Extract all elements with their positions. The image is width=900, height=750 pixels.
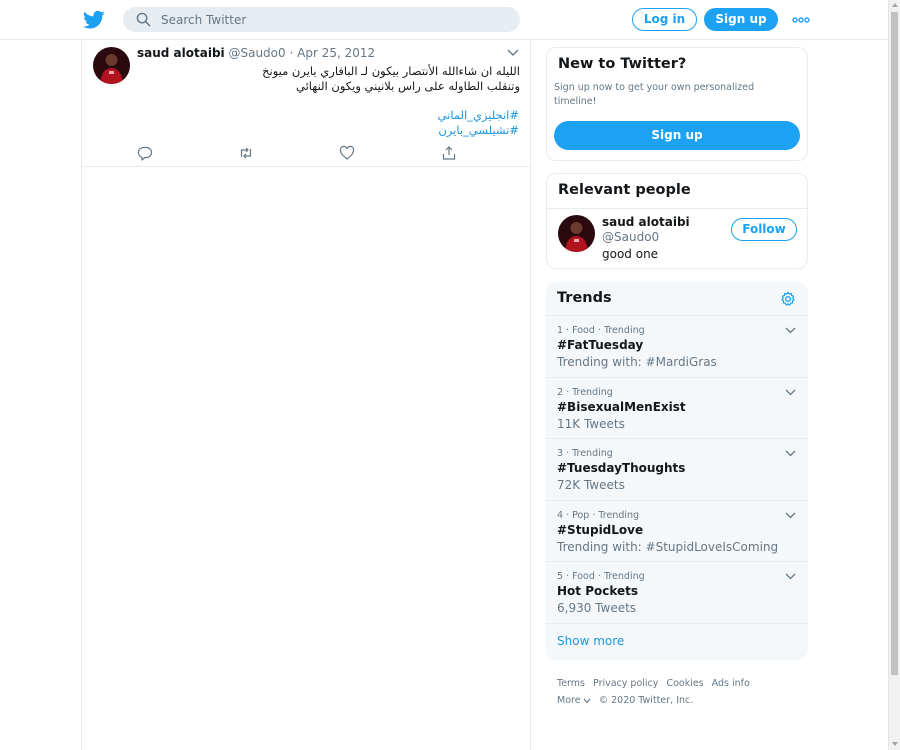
trend-name[interactable]: #TuesdayThoughts (557, 461, 685, 475)
signup-button[interactable]: Sign up (704, 8, 778, 31)
tweet[interactable]: saud alotaibi @Saudo0 · Apr 25, 2012 الل… (82, 40, 530, 167)
follow-button[interactable]: Follow (731, 218, 797, 241)
scrollbar-thumb[interactable] (891, 12, 898, 675)
trend-subtitle: 72K Tweets (557, 478, 625, 492)
trend-item[interactable]: 3 · Trending #TuesdayThoughts 72K Tweets (546, 439, 808, 500)
divider (547, 208, 807, 209)
trend-subtitle: 11K Tweets (557, 417, 625, 431)
copyright: © 2020 Twitter, Inc. (598, 695, 694, 706)
tweet-text-line: الليله ان شاءالله الأنتصار بيكون لـ البا… (262, 64, 520, 78)
footer-more-label: More (557, 695, 581, 706)
divider (546, 623, 808, 624)
scroll-down-arrow[interactable] (892, 742, 898, 746)
card-title: New to Twitter? (558, 56, 687, 72)
top-header: Log in Sign up (0, 0, 888, 40)
trend-name[interactable]: #BisexualMenExist (557, 400, 686, 414)
person-name[interactable]: saud alotaibi (602, 215, 690, 229)
relevant-people-card: Relevant people saud alotaibi @Saudo0 go… (546, 173, 808, 269)
footer-link-ads-info[interactable]: Ads info (712, 678, 750, 689)
chevron-down-icon[interactable] (785, 389, 796, 396)
tweet-header: saud alotaibi @Saudo0 · Apr 25, 2012 (137, 46, 375, 60)
trend-name[interactable]: #FatTuesday (557, 338, 643, 352)
reply-icon[interactable] (137, 145, 153, 161)
new-to-twitter-card: New to Twitter? Sign up now to get your … (546, 47, 808, 161)
chevron-down-icon[interactable] (785, 573, 796, 580)
show-more-link[interactable]: Show more (557, 634, 624, 648)
tweet-actions (82, 145, 530, 161)
chevron-down-icon[interactable] (507, 49, 519, 57)
trend-name[interactable]: Hot Pockets (557, 584, 638, 598)
gear-icon[interactable] (780, 291, 796, 307)
trend-meta: 3 · Trending (557, 448, 613, 459)
footer-link-cookies[interactable]: Cookies (666, 678, 703, 689)
footer-more-button[interactable]: More (557, 695, 591, 706)
footer: Terms Privacy policy Cookies Ads info Mo… (557, 675, 797, 709)
share-icon[interactable] (441, 145, 457, 161)
person-handle[interactable]: @Saudo0 (602, 230, 659, 244)
trend-item[interactable]: 4 · Pop · Trending #StupidLove Trending … (546, 501, 808, 562)
card-title: Trends (557, 290, 612, 306)
chevron-down-icon[interactable] (785, 450, 796, 457)
trend-item[interactable]: 5 · Food · Trending Hot Pockets 6,930 Tw… (546, 562, 808, 623)
avatar[interactable] (558, 215, 595, 252)
tweet-text: الليله ان شاءالله الأنتصار بيكون لـ البا… (182, 64, 520, 94)
search-icon (136, 12, 151, 27)
more-dots-icon[interactable] (792, 13, 810, 27)
trend-meta: 4 · Pop · Trending (557, 510, 640, 521)
trend-subtitle: 6,930 Tweets (557, 601, 637, 615)
tweet-text-line: وتنقلب الطاوله على راس بلانيني ويكون الن… (295, 79, 520, 93)
separator-dot: · (289, 46, 294, 60)
trend-meta: 1 · Food · Trending (557, 325, 645, 336)
trend-meta: 5 · Food · Trending (557, 571, 645, 582)
trends-card: Trends 1 · Food · Trending #FatTuesday T… (546, 282, 808, 660)
login-button[interactable]: Log in (632, 8, 697, 31)
trend-subtitle: Trending with: #StupidLoveIsComing (557, 540, 779, 554)
chevron-down-icon (583, 698, 591, 703)
search-input[interactable] (161, 7, 501, 32)
trend-meta: 2 · Trending (557, 387, 613, 398)
card-title: Relevant people (558, 182, 691, 198)
footer-link-privacy[interactable]: Privacy policy (593, 678, 658, 689)
search-box[interactable] (123, 7, 520, 32)
trend-name[interactable]: #StupidLove (557, 523, 643, 537)
trend-item[interactable]: 2 · Trending #BisexualMenExist 11K Tweet… (546, 378, 808, 439)
trend-subtitle: Trending with: #MardiGras (557, 355, 717, 369)
trend-item[interactable]: 1 · Food · Trending #FatTuesday Trending… (546, 316, 808, 377)
hashtag-link[interactable]: #انجليزي_الماني (438, 108, 519, 122)
avatar[interactable] (93, 47, 130, 84)
card-description: Sign up now to get your own personalized… (554, 82, 755, 107)
tweet-author-handle[interactable]: @Saudo0 (228, 46, 285, 60)
chevron-down-icon[interactable] (785, 327, 796, 334)
chevron-down-icon[interactable] (785, 512, 796, 519)
like-icon[interactable] (339, 145, 355, 161)
scroll-up-arrow[interactable] (892, 3, 898, 7)
signup-button[interactable]: Sign up (554, 121, 800, 150)
person-bio: good one (602, 247, 659, 261)
scrollbar[interactable] (888, 0, 900, 750)
timeline-column: saud alotaibi @Saudo0 · Apr 25, 2012 الل… (81, 40, 531, 750)
tweet-author-name[interactable]: saud alotaibi (137, 46, 225, 60)
twitter-bird-icon[interactable] (83, 10, 105, 30)
footer-link-terms[interactable]: Terms (557, 678, 585, 689)
tweet-date[interactable]: Apr 25, 2012 (297, 46, 375, 60)
retweet-icon[interactable] (238, 145, 254, 161)
hashtag-link[interactable]: #تشيلسي_بايرن (438, 123, 519, 137)
